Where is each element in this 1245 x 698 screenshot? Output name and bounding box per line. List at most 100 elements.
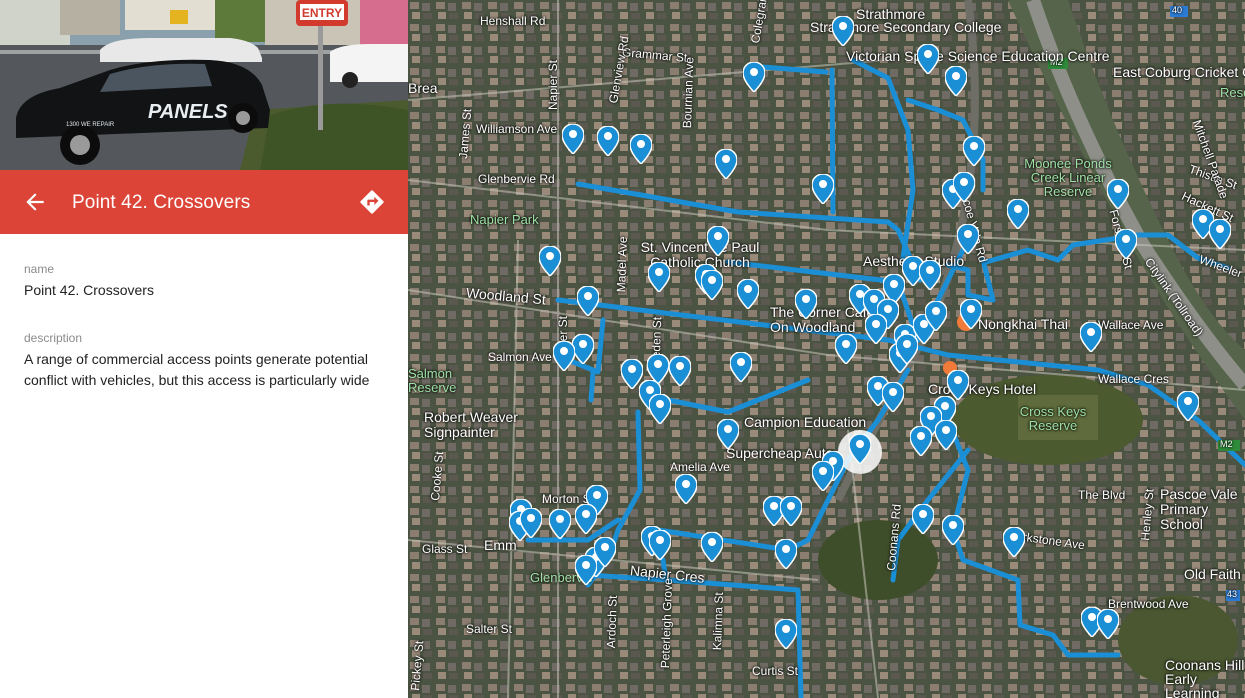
map-pin-icon[interactable]: [835, 334, 857, 364]
map-pin-icon[interactable]: [520, 508, 542, 538]
map-pin-icon[interactable]: [597, 126, 619, 156]
map-pin-icon[interactable]: [963, 136, 985, 166]
map-pin-icon[interactable]: [919, 260, 941, 290]
map-pin-icon[interactable]: [942, 515, 964, 545]
place-label: Pascoe Vale Primary School: [1160, 486, 1238, 532]
map-pin-icon[interactable]: [1115, 229, 1137, 259]
map-pin-icon[interactable]: [562, 124, 584, 154]
map-pin-icon[interactable]: [701, 532, 723, 562]
map-pin-icon-selected[interactable]: [849, 434, 871, 464]
map-pin-icon[interactable]: [865, 314, 887, 344]
street-label: Ardoch St: [604, 595, 620, 649]
map-pin-icon[interactable]: [649, 530, 671, 560]
map-pin-icon[interactable]: [737, 279, 759, 309]
place-label: Nongkhai Thai: [978, 316, 1069, 332]
street-label: Salter St: [466, 622, 513, 636]
map-pin-icon[interactable]: [553, 341, 575, 371]
map-pin-icon[interactable]: [775, 619, 797, 649]
map-pin-icon[interactable]: [832, 16, 854, 46]
map-pin-icon[interactable]: [717, 419, 739, 449]
map-pin-icon[interactable]: [1080, 322, 1102, 352]
map-pin-icon[interactable]: [910, 426, 932, 456]
map-pin-icon[interactable]: [701, 270, 723, 300]
map-pin-icon[interactable]: [1177, 391, 1199, 421]
park-label: Cross Keys Reserve: [1019, 404, 1087, 433]
place-label: Old Faith: [1184, 566, 1241, 582]
description-label: description: [24, 331, 83, 345]
map-pin-icon[interactable]: [630, 134, 652, 164]
name-value: Point 42. Crossovers: [24, 282, 154, 298]
route-shield-40: 40: [1172, 5, 1183, 15]
street-label: Salmon Ave: [488, 350, 552, 364]
street-label: Napier St: [546, 59, 560, 110]
map-pin-icon[interactable]: [1007, 199, 1029, 229]
map-pin-icon[interactable]: [715, 149, 737, 179]
place-label: Supercheap Auto: [726, 445, 834, 461]
street-label: Amelia Ave: [670, 460, 730, 474]
park-label: Salmon Reserve: [408, 366, 457, 395]
map-pin-icon[interactable]: [1107, 179, 1129, 209]
map-pin-icon[interactable]: [648, 262, 670, 292]
car-phone-text: 1300 WE REPAIR: [66, 122, 115, 128]
map-pin-icon[interactable]: [649, 394, 671, 424]
map-pin-icon[interactable]: [1209, 219, 1231, 249]
map-pin-icon[interactable]: [743, 62, 765, 92]
map-pin-icon[interactable]: [575, 504, 597, 534]
map-pin-icon[interactable]: [730, 352, 752, 382]
map-pin-icon[interactable]: [812, 174, 834, 204]
map-background: [408, 0, 1245, 698]
map-pin-icon[interactable]: [775, 539, 797, 569]
map-pin-icon[interactable]: [882, 382, 904, 412]
map-pin-icon[interactable]: [812, 461, 834, 491]
map-pin-icon[interactable]: [1097, 609, 1119, 639]
street-label: Curtis St: [752, 664, 799, 678]
street-label: Williamson Ave: [476, 122, 558, 136]
street-label: Henshall Rd: [480, 14, 546, 28]
place-label: Victorian Space Science Education Centre: [846, 48, 1110, 64]
map-pin-icon[interactable]: [945, 66, 967, 96]
panel-header: Point 42. Crossovers: [0, 170, 408, 234]
park-label: Reser: [1220, 85, 1245, 100]
map-pin-icon[interactable]: [953, 172, 975, 202]
street-label: Wallace Cres: [1098, 372, 1169, 386]
map-pin-icon[interactable]: [707, 226, 729, 256]
map-pin-icon[interactable]: [896, 334, 918, 364]
page-title: Point 42. Crossovers: [72, 192, 251, 213]
info-panel: ENTRY PANELS 1300 WE REPAIR Point 42. Cr…: [0, 0, 408, 698]
map-pin-icon[interactable]: [572, 334, 594, 364]
place-label: Cross Keys Hotel: [928, 381, 1037, 397]
map-pin-icon[interactable]: [912, 504, 934, 534]
street-label: Madel Ave: [614, 236, 630, 293]
map-pin-icon[interactable]: [1003, 527, 1025, 557]
map-pin-icon[interactable]: [780, 496, 802, 526]
map-pin-icon[interactable]: [669, 356, 691, 386]
street-label: Kalimna St: [710, 592, 727, 651]
place-label: East Coburg Cricket Club: [1113, 64, 1245, 80]
street-label: Brentwood Ave: [1108, 597, 1189, 611]
map-pin-icon[interactable]: [935, 420, 957, 450]
map-pin-icon[interactable]: [925, 301, 947, 331]
map-pin-icon[interactable]: [957, 224, 979, 254]
car-logo-text: PANELS: [148, 101, 228, 123]
route-shield-43: 43: [1227, 589, 1238, 599]
street-label: Glass St: [422, 542, 468, 556]
map-pin-icon[interactable]: [960, 299, 982, 329]
satellite-map[interactable]: 40 M2 M2 43 Strathmore Strathmore Second…: [408, 0, 1245, 698]
street-label: Wallace Ave: [1098, 318, 1164, 332]
map-pin-icon[interactable]: [539, 246, 561, 276]
map-pin-icon[interactable]: [675, 474, 697, 504]
park-label: Napier Park: [470, 212, 539, 227]
place-label: Coonans Hill Early Learning Centre: [1165, 657, 1245, 698]
description-value: A range of commercial access points gene…: [24, 351, 370, 388]
map-pin-icon[interactable]: [594, 537, 616, 567]
map-pin-icon[interactable]: [795, 289, 817, 319]
place-label: Campion Education: [744, 414, 867, 430]
arrow-back-icon[interactable]: [22, 189, 48, 215]
place-label: Brea: [408, 80, 438, 96]
street-label: Bournian Ave: [680, 56, 697, 129]
directions-icon[interactable]: [358, 188, 386, 216]
entry-sign-text: ENTRY: [302, 6, 342, 20]
map-pin-icon[interactable]: [549, 509, 571, 539]
map-pin-icon[interactable]: [917, 44, 939, 74]
map-pin-icon[interactable]: [577, 286, 599, 316]
